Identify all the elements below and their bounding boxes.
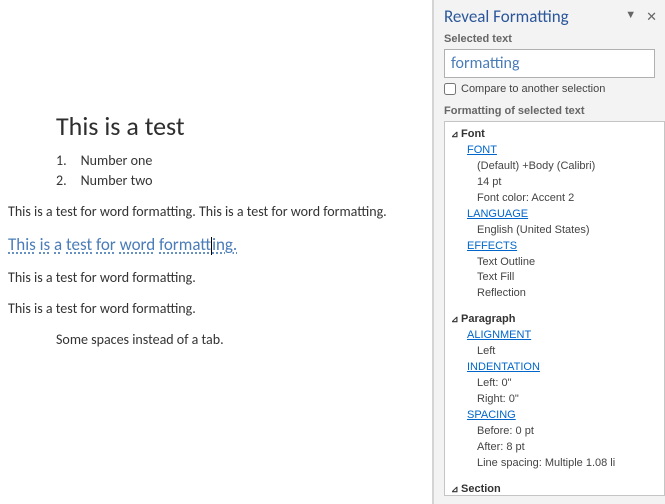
compare-checkbox[interactable]: [444, 83, 456, 95]
tree-group-section[interactable]: ⊿Section: [451, 482, 664, 496]
font-size-value: 14 pt: [477, 175, 664, 191]
document-area[interactable]: This is a test 1. Number one 2. Number two…: [0, 0, 433, 504]
compare-checkbox-row[interactable]: Compare to another selection: [444, 83, 655, 95]
pane-menu-icon[interactable]: ▼: [625, 9, 636, 25]
indentation-link[interactable]: INDENTATION: [467, 360, 664, 376]
spacing-link[interactable]: SPACING: [467, 408, 664, 424]
spacing-line-value: Line spacing: Multiple 1.08 li: [477, 456, 664, 472]
indent-right-value: Right: 0": [477, 392, 664, 408]
list-text: Number two: [81, 172, 153, 189]
collapse-icon[interactable]: ⊿: [451, 313, 461, 326]
list-item[interactable]: 1. Number one: [56, 152, 424, 169]
doc-heading[interactable]: This is a test: [56, 110, 424, 142]
alignment-link[interactable]: ALIGNMENT: [467, 328, 664, 344]
language-value: English (United States): [477, 223, 664, 239]
indent-left-value: Left: 0": [477, 376, 664, 392]
collapse-icon[interactable]: ⊿: [451, 483, 461, 496]
indented-paragraph[interactable]: Some spaces instead of a tab.: [56, 331, 424, 348]
tree-group-font[interactable]: ⊿Font: [451, 127, 664, 143]
formatted-word: test: [66, 234, 92, 255]
body-paragraph[interactable]: This is a test for word formatting. This…: [8, 203, 424, 220]
body-paragraph[interactable]: This is a test for word formatting.: [8, 300, 424, 317]
reveal-formatting-pane: Reveal Formatting ▼ ✕ Selected text form…: [433, 0, 665, 504]
formatted-word: word: [120, 234, 156, 255]
formatting-section-label: Formatting of selected text: [434, 103, 665, 121]
language-link[interactable]: LANGUAGE: [467, 207, 664, 223]
list-number: 2.: [56, 172, 67, 189]
numbered-list[interactable]: 1. Number one 2. Number two: [56, 152, 424, 189]
formatted-word: for: [96, 234, 116, 255]
formatted-word: formatt: [159, 234, 211, 255]
formatted-paragraph[interactable]: This is a test for word formatting.: [8, 234, 424, 255]
list-text: Number one: [81, 152, 153, 169]
formatted-word: is: [40, 234, 51, 255]
list-item[interactable]: 2. Number two: [56, 172, 424, 189]
collapse-icon[interactable]: ⊿: [451, 128, 461, 141]
pane-controls: ▼ ✕: [625, 9, 657, 25]
font-default-value: (Default) +Body (Calibri): [477, 159, 664, 175]
selected-text-display: formatting: [444, 49, 655, 78]
spacing-before-value: Before: 0 pt: [477, 424, 664, 440]
effect-fill-value: Text Fill: [477, 270, 664, 286]
effects-link[interactable]: EFFECTS: [467, 239, 664, 255]
font-link[interactable]: FONT: [467, 143, 664, 159]
tree-group-paragraph[interactable]: ⊿Paragraph: [451, 312, 664, 328]
formatting-tree[interactable]: ⊿Font FONT (Default) +Body (Calibri) 14 …: [444, 121, 665, 496]
formatted-word: ing.: [212, 234, 237, 255]
formatted-word: This: [8, 234, 36, 255]
effect-outline-value: Text Outline: [477, 255, 664, 271]
compare-label: Compare to another selection: [461, 83, 605, 95]
font-color-value: Font color: Accent 2: [477, 191, 664, 207]
body-paragraph[interactable]: This is a test for word formatting.: [8, 269, 424, 286]
formatted-word: a: [54, 234, 62, 255]
pane-header: Reveal Formatting ▼ ✕: [434, 0, 665, 31]
effect-reflection-value: Reflection: [477, 286, 664, 302]
pane-title: Reveal Formatting: [444, 6, 569, 27]
close-icon[interactable]: ✕: [646, 9, 657, 25]
spacing-after-value: After: 8 pt: [477, 440, 664, 456]
list-number: 1.: [56, 152, 67, 169]
alignment-value: Left: [477, 344, 664, 360]
selected-text-label: Selected text: [434, 31, 665, 49]
